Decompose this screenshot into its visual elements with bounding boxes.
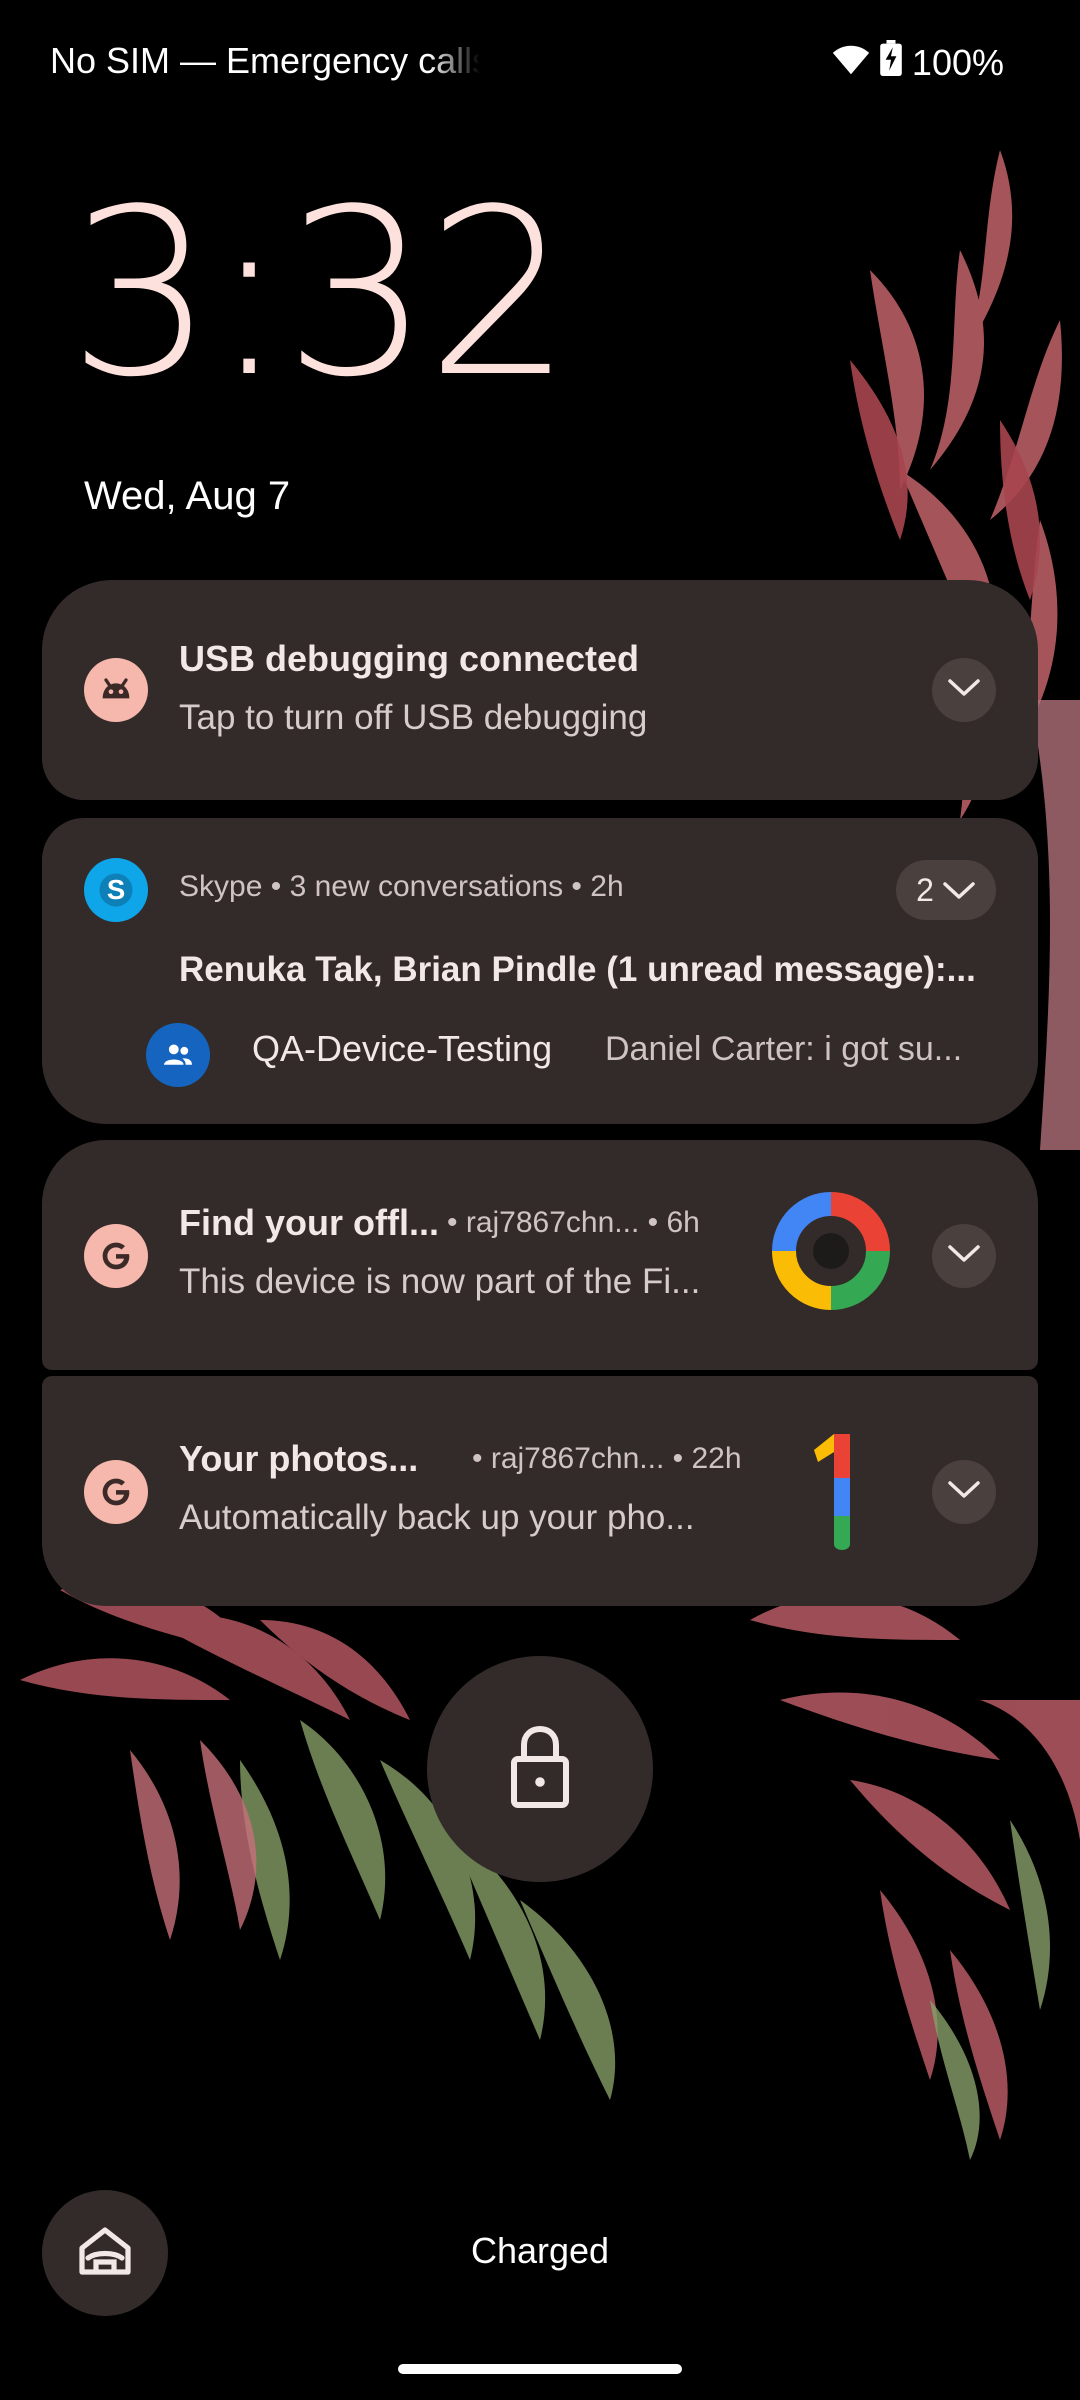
gesture-navigation-bar[interactable] — [398, 2364, 682, 2374]
expand-button[interactable] — [932, 1224, 996, 1288]
conversation-message: Daniel Carter: i got su... — [605, 1030, 963, 1068]
skype-icon: S — [84, 858, 148, 922]
notification-text: This device is now part of the Fi... — [179, 1262, 701, 1301]
notification-count: 2 — [916, 871, 934, 908]
expand-button[interactable] — [932, 1460, 996, 1524]
notification-title: Renuka Tak, Brian Pindle (1 unread messa… — [179, 950, 976, 989]
google-one-logo — [766, 1428, 896, 1558]
expand-button[interactable] — [932, 658, 996, 722]
notification-usb-debugging[interactable]: USB debugging connected Tap to turn off … — [42, 580, 1038, 800]
chevron-down-icon — [942, 872, 976, 909]
notification-skype[interactable]: S Skype • 3 new conversations • 2h 2 Ren… — [42, 818, 1038, 1124]
notification-find-devices[interactable]: Find your offl... • raj7867chn... • 6h T… — [42, 1140, 1038, 1370]
notification-text: Tap to turn off USB debugging — [179, 698, 648, 737]
account-name: raj7867chn... — [465, 1206, 640, 1239]
chevron-down-icon — [947, 678, 981, 703]
lockscreen-date: Wed, Aug 7 — [84, 474, 291, 518]
expand-count-button[interactable]: 2 — [896, 860, 996, 920]
notification-text: Automatically back up your pho... — [179, 1498, 695, 1537]
group-avatar-icon — [146, 1023, 210, 1087]
lockscreen-clock: 3:32 — [68, 161, 572, 428]
conversation-name: QA-Device-Testing — [252, 1028, 553, 1069]
find-hub-logo — [766, 1186, 896, 1316]
chevron-down-icon — [947, 1244, 981, 1269]
notification-time: 6h — [666, 1206, 700, 1239]
battery-percentage: 100% — [911, 41, 1004, 83]
notification-time: 22h — [691, 1442, 742, 1475]
carrier-status: No SIM — Emergency calls only — [50, 40, 480, 81]
notification-photos-backup[interactable]: Your photos... • raj7867chn... • 22h Aut… — [42, 1376, 1038, 1606]
charging-status: Charged — [470, 2230, 610, 2271]
notification-title: Find your offl... — [179, 1202, 439, 1243]
wifi-icon — [832, 42, 870, 84]
android-debug-icon — [84, 658, 148, 722]
google-g-icon — [84, 1460, 148, 1524]
app-name: Skype — [179, 870, 263, 903]
battery-charging-icon — [880, 40, 902, 85]
google-g-icon — [84, 1224, 148, 1288]
notification-header: Skype • 3 new conversations • 2h — [179, 870, 624, 903]
chevron-down-icon — [947, 1480, 981, 1505]
account-name: raj7867chn... — [490, 1442, 665, 1475]
notification-title: Your photos... — [179, 1438, 419, 1479]
unlock-button[interactable] — [427, 1656, 653, 1882]
notification-meta: • raj7867chn... • 6h — [447, 1206, 700, 1239]
notification-meta: • raj7867chn... • 22h — [472, 1442, 742, 1475]
status-bar: No SIM — Emergency calls only 100% — [0, 0, 1080, 128]
lock-icon — [508, 1723, 572, 1816]
notification-title: USB debugging connected — [179, 638, 640, 679]
notification-time: 2h — [590, 870, 624, 903]
notification-summary: 3 new conversations — [289, 870, 564, 903]
svg-text:S: S — [107, 874, 125, 905]
status-icons: 100% — [832, 40, 1004, 85]
